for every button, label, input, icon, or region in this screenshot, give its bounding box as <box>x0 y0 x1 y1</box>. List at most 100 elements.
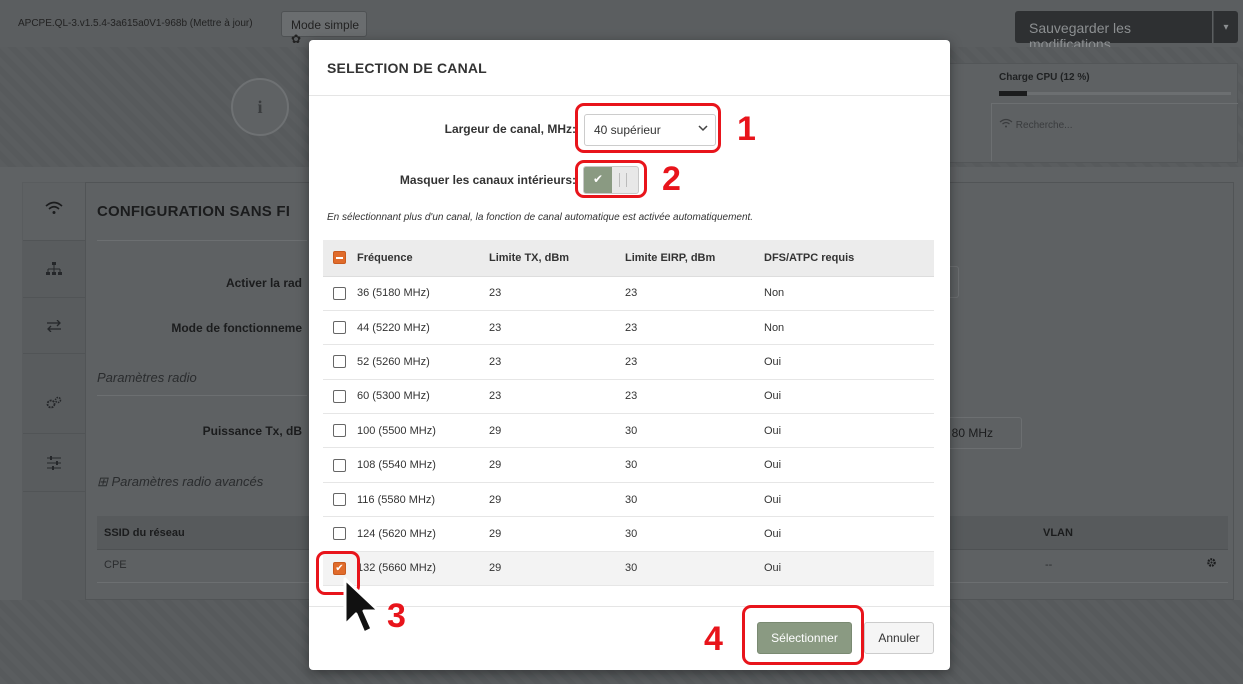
operation-mode-label: Mode de fonctionneme <box>171 321 302 335</box>
freq-cell: 52 (5260 MHz) <box>357 344 489 380</box>
row-checkbox-cell <box>323 276 357 311</box>
tx-power-label: Puissance Tx, dB <box>202 424 302 438</box>
dfs-cell: Oui <box>764 379 934 415</box>
tx-cell: 23 <box>489 276 625 311</box>
column-header[interactable]: Limite EIRP, dBm <box>625 240 764 277</box>
cancel-button[interactable]: Annuler <box>864 622 934 654</box>
rail-sliders-tab[interactable] <box>23 436 85 492</box>
table-row[interactable]: 52 (5260 MHz) 23 23 Oui <box>323 344 934 380</box>
search-status: Recherche... <box>999 118 1072 131</box>
tx-cell: 23 <box>489 379 625 415</box>
row-checkbox[interactable] <box>333 458 346 472</box>
dfs-cell: Oui <box>764 482 934 518</box>
modal-title: SELECTION DE CANAL <box>327 60 487 76</box>
row-checkbox-cell <box>323 379 357 415</box>
row-checkbox-cell <box>323 516 357 552</box>
annotation-number-2: 2 <box>662 160 681 198</box>
rail-wifi-tab[interactable] <box>23 183 85 241</box>
auto-channel-note: En sélectionnant plus d'un canal, la fon… <box>327 212 754 223</box>
freq-cell: 44 (5220 MHz) <box>357 310 489 346</box>
enable-radio-label: Activer la rad <box>225 276 302 290</box>
bandwidth-field[interactable]: / 80 MHz <box>945 417 1022 449</box>
eirp-cell: 30 <box>625 413 764 449</box>
row-checkbox[interactable] <box>333 389 346 403</box>
eirp-cell: 30 <box>625 482 764 518</box>
info-icon: i <box>231 78 289 136</box>
table-row[interactable]: 36 (5180 MHz) 23 23 Non <box>323 276 934 311</box>
table-row[interactable]: 108 (5540 MHz) 29 30 Oui <box>323 447 934 483</box>
bandwidth-value: / 80 MHz <box>945 426 994 440</box>
cpu-load-track <box>999 92 1231 95</box>
eirp-cell: 30 <box>625 551 764 587</box>
freq-cell: 116 (5580 MHz) <box>357 482 489 518</box>
table-row-selected[interactable]: ✔ 132 (5660 MHz) 29 30 Oui <box>323 551 934 587</box>
table-header-row: Fréquence Limite TX, dBm Limite EIRP, dB… <box>323 240 934 277</box>
eirp-cell: 30 <box>625 447 764 483</box>
dfs-cell: Oui <box>764 447 934 483</box>
table-row[interactable]: 100 (5500 MHz) 29 30 Oui <box>323 413 934 449</box>
dfs-cell: Non <box>764 310 934 346</box>
column-header[interactable]: Limite TX, dBm <box>489 240 625 277</box>
freq-cell: 60 (5300 MHz) <box>357 379 489 415</box>
eirp-cell: 23 <box>625 310 764 346</box>
eirp-cell: 23 <box>625 379 764 415</box>
dfs-cell: Oui <box>764 413 934 449</box>
table-row[interactable]: 116 (5580 MHz) 29 30 Oui <box>323 482 934 518</box>
select-all-checkbox[interactable] <box>333 251 346 265</box>
channel-width-label: Largeur de canal, MHz: <box>444 122 576 136</box>
table-row[interactable]: 124 (5620 MHz) 29 30 Oui <box>323 516 934 552</box>
radio-params-heading: Paramètres radio <box>97 370 197 385</box>
radio-params-divider <box>97 395 307 396</box>
row-checkbox-cell <box>323 310 357 346</box>
row-checkbox[interactable] <box>333 527 346 541</box>
row-checkbox[interactable] <box>333 493 346 507</box>
ssid-column-header: SSID du réseau <box>104 527 185 539</box>
freq-cell: 100 (5500 MHz) <box>357 413 489 449</box>
firmware-version[interactable]: APCPE.QL-3.v1.5.4-3a615a0V1-968b (Mettre… <box>18 18 253 29</box>
row-checkbox[interactable] <box>333 424 346 438</box>
advanced-radio-params-toggle[interactable]: ⊞ Paramètres radio avancés <box>97 474 263 490</box>
channel-table: Fréquence Limite TX, dBm Limite EIRP, dB… <box>323 240 934 587</box>
row-checkbox[interactable] <box>333 355 346 369</box>
row-checkbox[interactable] <box>333 286 346 300</box>
tx-cell: 29 <box>489 447 625 483</box>
tx-cell: 29 <box>489 413 625 449</box>
transfer-icon <box>47 319 61 333</box>
tx-cell: 23 <box>489 344 625 380</box>
save-changes-button[interactable]: Sauvegarder les modifications <box>1015 11 1212 52</box>
tx-cell: 29 <box>489 482 625 518</box>
vlan-column-header: VLAN <box>1043 527 1073 539</box>
column-header[interactable]: Fréquence <box>357 240 489 277</box>
gear-icon[interactable] <box>1206 557 1217 571</box>
row-checkbox-cell <box>323 413 357 449</box>
mouse-cursor-icon <box>341 577 387 640</box>
wifi-icon <box>45 201 63 214</box>
table-row[interactable]: 44 (5220 MHz) 23 23 Non <box>323 310 934 346</box>
stats-vertical-divider <box>991 103 992 161</box>
annotation-number-1: 1 <box>737 110 756 148</box>
freq-cell: 36 (5180 MHz) <box>357 276 489 311</box>
dfs-cell: Oui <box>764 516 934 552</box>
eirp-cell: 23 <box>625 344 764 380</box>
wifi-search-icon <box>999 118 1016 131</box>
dfs-cell: Oui <box>764 551 934 587</box>
eirp-cell: 23 <box>625 276 764 311</box>
network-icon <box>46 262 62 275</box>
stats-card <box>945 63 1238 163</box>
simple-mode-button[interactable]: Mode simple ✿ <box>281 11 367 46</box>
section-divider <box>97 240 307 241</box>
cpu-load-bar <box>999 91 1027 96</box>
section-title: CONFIGURATION SANS FI <box>97 203 291 220</box>
column-header[interactable]: DFS/ATPC requis <box>764 240 934 277</box>
row-checkbox-cell <box>323 344 357 380</box>
cpu-load-label: Charge CPU (12 %) <box>999 72 1090 83</box>
eirp-cell: 30 <box>625 516 764 552</box>
tx-cell: 29 <box>489 551 625 587</box>
save-dropdown-caret-icon[interactable]: ▾ <box>1213 11 1238 43</box>
table-row[interactable]: 60 (5300 MHz) 23 23 Oui <box>323 379 934 415</box>
row-checkbox[interactable] <box>333 321 346 335</box>
select-all-cell <box>323 240 357 277</box>
row-checkbox-cell <box>323 447 357 483</box>
annotation-number-3: 3 <box>387 597 406 635</box>
annotation-box-select <box>742 605 864 665</box>
